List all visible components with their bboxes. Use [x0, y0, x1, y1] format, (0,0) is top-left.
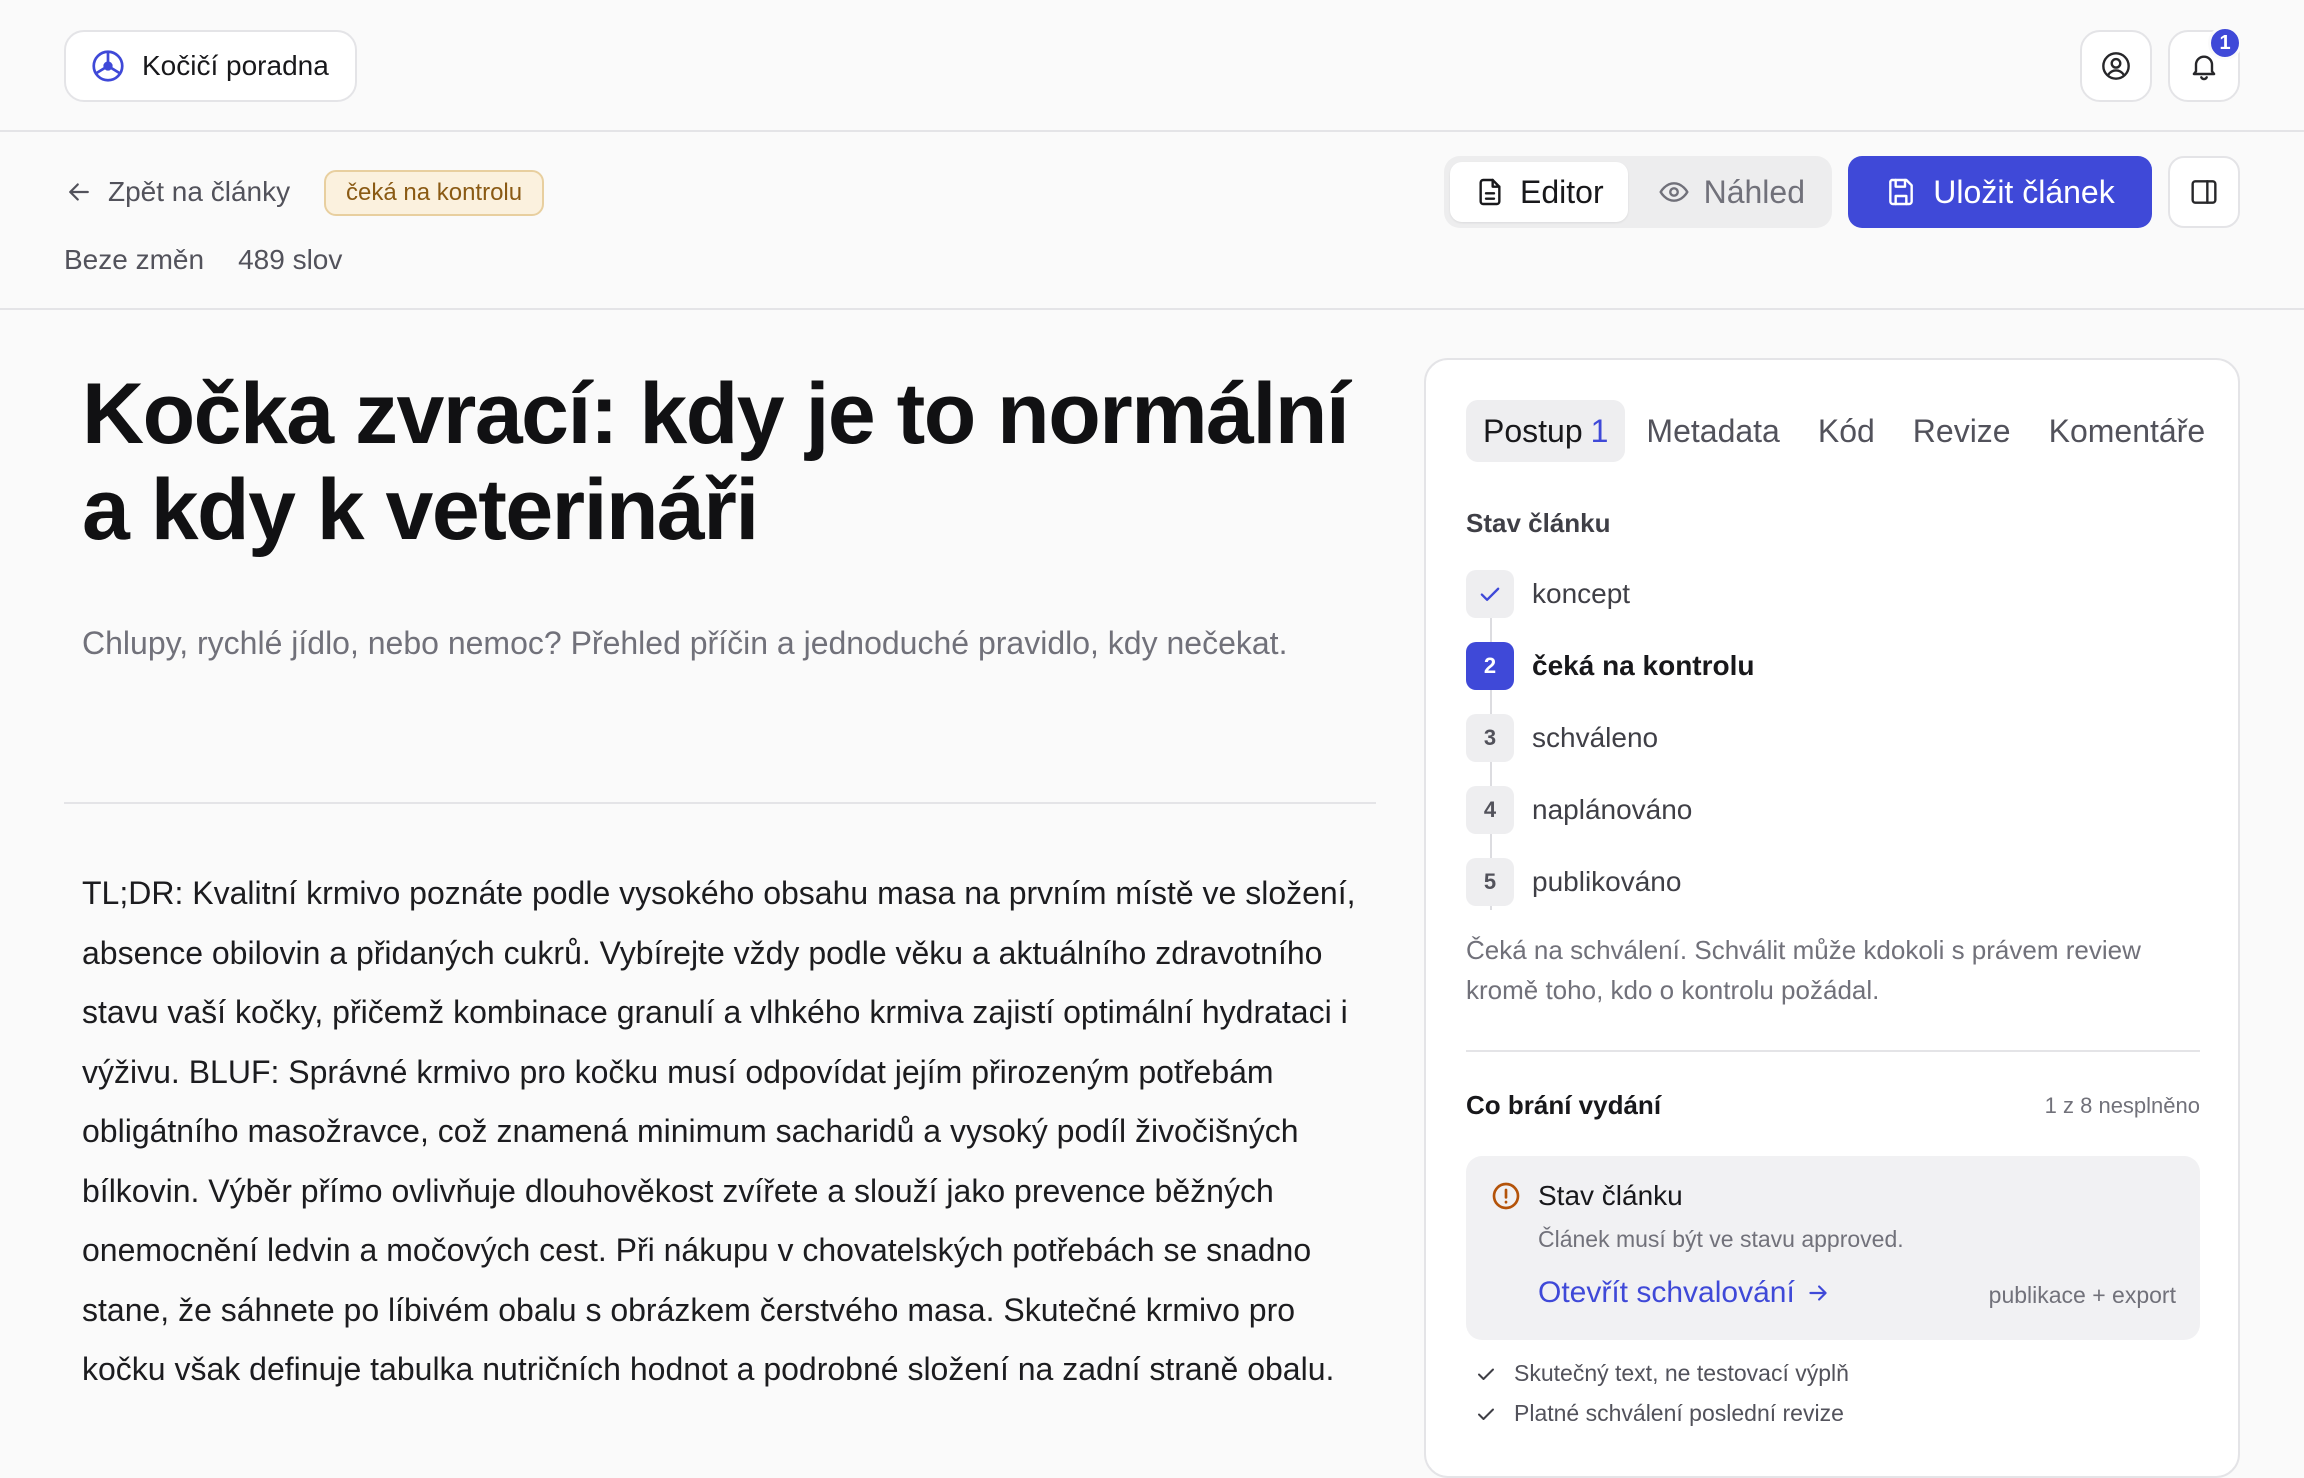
toggle-sidebar-button[interactable]: [2168, 156, 2240, 228]
back-to-articles-link[interactable]: Zpět na články: [64, 172, 290, 212]
article-meta: Beze změn 489 slov: [64, 244, 342, 276]
step-number: 5: [1466, 858, 1514, 906]
user-circle-icon: [2100, 50, 2132, 82]
brand-button[interactable]: Kočičí poradna: [64, 30, 357, 102]
step-number: 3: [1466, 714, 1514, 762]
open-approval-label: Otevřít schvalování: [1538, 1276, 1795, 1309]
save-article-button[interactable]: Uložit článek: [1848, 156, 2152, 228]
notifications-button[interactable]: 1: [2168, 26, 2242, 102]
article-subtitle[interactable]: Chlupy, rychlé jídlo, nebo nemoc? Přehle…: [82, 616, 1322, 670]
account-button[interactable]: [2080, 30, 2152, 102]
panel-tabs: Postup 1 Metadata Kód Revize Komentáře: [1466, 400, 2222, 462]
step-label: schváleno: [1532, 722, 1659, 753]
tab-metadata[interactable]: Metadata: [1629, 400, 1796, 462]
blocker-card: Stav článku Článek musí být ve stavu app…: [1466, 1156, 2200, 1340]
preview-mode-button[interactable]: Náhled: [1634, 162, 1829, 222]
step-label: publikováno: [1532, 866, 1682, 897]
notification-count-badge: 1: [2208, 26, 2242, 60]
document-icon: [1474, 176, 1506, 208]
blocker-scope: publikace + export: [1988, 1282, 2176, 1308]
check-icon: [1474, 1362, 1498, 1386]
change-status: Beze změn: [64, 244, 205, 275]
step-schvaleno: 3 schváleno: [1466, 714, 1658, 762]
top-bar: Kočičí poradna 1: [0, 0, 2304, 132]
arrow-right-icon: [1805, 1280, 1831, 1306]
tab-postup[interactable]: Postup 1: [1466, 400, 1626, 462]
preview-mode-label: Náhled: [1703, 173, 1805, 210]
status-badge: čeká na kontrolu: [324, 170, 545, 216]
blocker-title: Stav článku: [1538, 1180, 1683, 1211]
view-mode-switch: Editor Náhled: [1444, 156, 1832, 228]
check-item: Platné schválení poslední revize: [1474, 1400, 1844, 1427]
tab-kod[interactable]: Kód: [1801, 400, 1892, 462]
status-description: Čeká na schválení. Schválit může kdokoli…: [1466, 935, 2141, 1005]
article-body[interactable]: TL;DR: Kvalitní krmivo poznáte podle vys…: [82, 864, 1382, 1400]
editor-mode-label: Editor: [1520, 173, 1604, 210]
brand-label: Kočičí poradna: [142, 50, 329, 81]
divider: [1466, 1050, 2200, 1052]
save-label: Uložit článek: [1933, 173, 2115, 210]
article-title[interactable]: Kočka zvrací: kdy je to normální a kdy k…: [82, 366, 1382, 558]
alert-circle-icon: [1490, 1180, 1522, 1212]
workflow-panel: Postup 1 Metadata Kód Revize Komentáře S…: [1424, 358, 2240, 1478]
step-koncept: koncept: [1466, 570, 1630, 618]
tab-label: Metadata: [1646, 412, 1780, 449]
sidebar-panel-icon: [2188, 176, 2220, 208]
check-icon: [1474, 1402, 1498, 1426]
eye-icon: [1658, 176, 1690, 208]
back-label: Zpět na články: [108, 176, 291, 207]
check-label: Platné schválení poslední revize: [1514, 1400, 1844, 1426]
step-label: naplánováno: [1532, 794, 1693, 825]
check-item: Skutečný text, ne testovací výplň: [1474, 1360, 1849, 1387]
editor-mode-button[interactable]: Editor: [1450, 162, 1628, 222]
divider: [64, 802, 1376, 804]
step-label: koncept: [1532, 578, 1631, 609]
tab-label: Kód: [1817, 412, 1875, 449]
release-blockers-header: Co brání vydání 1 z 8 nesplněno: [1466, 1090, 2200, 1121]
floppy-disk-icon: [1885, 176, 1917, 208]
release-blockers-count: 1 z 8 nesplněno: [2044, 1092, 2200, 1118]
step-number: 4: [1466, 786, 1514, 834]
word-count: 489 slov: [238, 244, 343, 275]
step-naplanovano: 4 naplánováno: [1466, 786, 1692, 834]
tab-label: Revize: [1912, 412, 2011, 449]
tab-komentare[interactable]: Komentáře: [2032, 400, 2223, 462]
status-heading: Stav článku: [1466, 508, 1611, 538]
release-blockers-title: Co brání vydání: [1466, 1090, 1662, 1120]
article-toolbar: Zpět na články čeká na kontrolu Beze změ…: [0, 132, 2304, 310]
check-icon: [1476, 580, 1504, 608]
tab-count: 1: [1590, 412, 1609, 449]
step-ceka-na-kontrolu: 2 čeká na kontrolu: [1466, 642, 1755, 690]
check-label: Skutečný text, ne testovací výplň: [1514, 1360, 1849, 1386]
blocker-detail: Článek musí být ve stavu approved.: [1538, 1226, 1904, 1252]
tab-label: Postup: [1483, 412, 1583, 449]
cat-paw-logo-icon: [90, 48, 126, 84]
arrow-left-icon: [64, 177, 94, 207]
step-label: čeká na kontrolu: [1532, 650, 1755, 681]
step-marker: [1466, 570, 1514, 618]
open-approval-link[interactable]: Otevřít schvalování: [1538, 1276, 1831, 1310]
tab-revize[interactable]: Revize: [1896, 400, 2028, 462]
tab-label: Komentáře: [2048, 412, 2206, 449]
step-number: 2: [1466, 642, 1514, 690]
step-publikovano: 5 publikováno: [1466, 858, 1681, 906]
